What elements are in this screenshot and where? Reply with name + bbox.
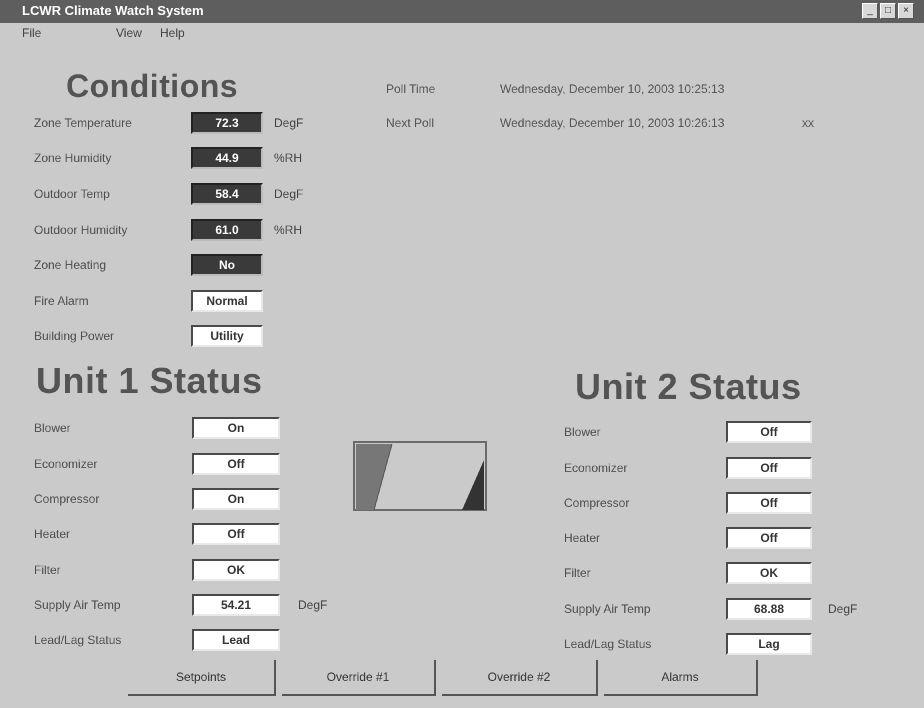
unit1-heater-value: Off <box>192 523 280 545</box>
next-poll-label: Next Poll <box>386 116 435 130</box>
unit1-supply-air-unit: DegF <box>298 598 328 612</box>
unit1-compressor-value: On <box>192 488 280 510</box>
poll-time-value: Wednesday, December 10, 2003 10:25:13 <box>500 82 725 96</box>
unit2-leadlag-value: Lag <box>726 633 812 655</box>
next-poll-extra: xx <box>802 116 814 130</box>
unit1-heater-label: Heater <box>34 527 71 541</box>
zone-heating-label: Zone Heating <box>34 258 107 272</box>
unit2-compressor-label: Compressor <box>564 496 630 510</box>
maximize-button[interactable]: □ <box>880 3 896 19</box>
unit1-leadlag-value: Lead <box>192 629 280 651</box>
unit2-heater-value: Off <box>726 527 812 549</box>
unit2-heater-label: Heater <box>564 531 601 545</box>
unit1-economizer-label: Economizer <box>34 457 98 471</box>
minimize-button[interactable]: _ <box>862 3 878 19</box>
conditions-heading: Conditions <box>66 68 239 104</box>
zone-heating-value: No <box>191 254 263 276</box>
unit1-compressor-label: Compressor <box>34 492 100 506</box>
unit1-supply-air-label: Supply Air Temp <box>34 598 121 612</box>
building-power-label: Building Power <box>34 329 115 343</box>
fire-alarm-value: Normal <box>191 290 263 312</box>
unit2-filter-label: Filter <box>564 566 591 580</box>
unit1-filter-value: OK <box>192 559 280 581</box>
hvac-unit-graphic <box>353 441 487 511</box>
alarms-button[interactable]: Alarms <box>604 660 758 696</box>
close-button[interactable]: × <box>898 3 914 19</box>
unit1-supply-air-value: 54.21 <box>192 594 280 616</box>
next-poll-value: Wednesday, December 10, 2003 10:26:13 <box>500 116 725 130</box>
unit2-supply-air-unit: DegF <box>828 602 858 616</box>
menu-help[interactable]: Help <box>160 26 185 40</box>
setpoints-button[interactable]: Setpoints <box>128 660 276 696</box>
unit2-heading: Unit 2 Status <box>575 366 802 407</box>
unit1-blower-label: Blower <box>34 421 71 435</box>
window-title: LCWR Climate Watch System <box>22 3 204 18</box>
unit1-blower-value: On <box>192 417 280 439</box>
unit1-economizer-value: Off <box>192 453 280 475</box>
outdoor-temp-value: 58.4 <box>191 183 263 205</box>
menu-file[interactable]: File <box>22 26 41 40</box>
menu-view[interactable]: View <box>116 26 142 40</box>
unit1-filter-label: Filter <box>34 563 61 577</box>
unit1-heading: Unit 1 Status <box>36 360 263 401</box>
unit2-economizer-value: Off <box>726 457 812 479</box>
fire-alarm-label: Fire Alarm <box>34 294 89 308</box>
outdoor-temp-label: Outdoor Temp <box>34 187 110 201</box>
zone-humidity-label: Zone Humidity <box>34 151 112 165</box>
outdoor-temp-unit: DegF <box>274 187 304 201</box>
outdoor-humidity-unit: %RH <box>274 223 303 237</box>
unit1-leadlag-label: Lead/Lag Status <box>34 633 122 647</box>
unit2-blower-value: Off <box>726 421 812 443</box>
poll-time-label: Poll Time <box>386 82 436 96</box>
zone-temp-label: Zone Temperature <box>34 116 132 130</box>
building-power-value: Utility <box>191 325 263 347</box>
override-2-button[interactable]: Override #2 <box>442 660 598 696</box>
title-bar: LCWR Climate Watch System _ □ × <box>0 0 924 23</box>
zone-temp-unit: DegF <box>274 116 304 130</box>
outdoor-humidity-value: 61.0 <box>191 219 263 241</box>
unit2-leadlag-label: Lead/Lag Status <box>564 637 652 651</box>
unit2-blower-label: Blower <box>564 425 601 439</box>
zone-humidity-unit: %RH <box>274 151 303 165</box>
override-1-button[interactable]: Override #1 <box>282 660 436 696</box>
unit2-supply-air-label: Supply Air Temp <box>564 602 651 616</box>
unit2-economizer-label: Economizer <box>564 461 628 475</box>
menu-bar: File View Help <box>0 23 924 45</box>
unit2-supply-air-value: 68.88 <box>726 598 812 620</box>
unit2-compressor-value: Off <box>726 492 812 514</box>
outdoor-humidity-label: Outdoor Humidity <box>34 223 128 237</box>
zone-humidity-value: 44.9 <box>191 147 263 169</box>
unit2-filter-value: OK <box>726 562 812 584</box>
zone-temp-value: 72.3 <box>191 112 263 134</box>
